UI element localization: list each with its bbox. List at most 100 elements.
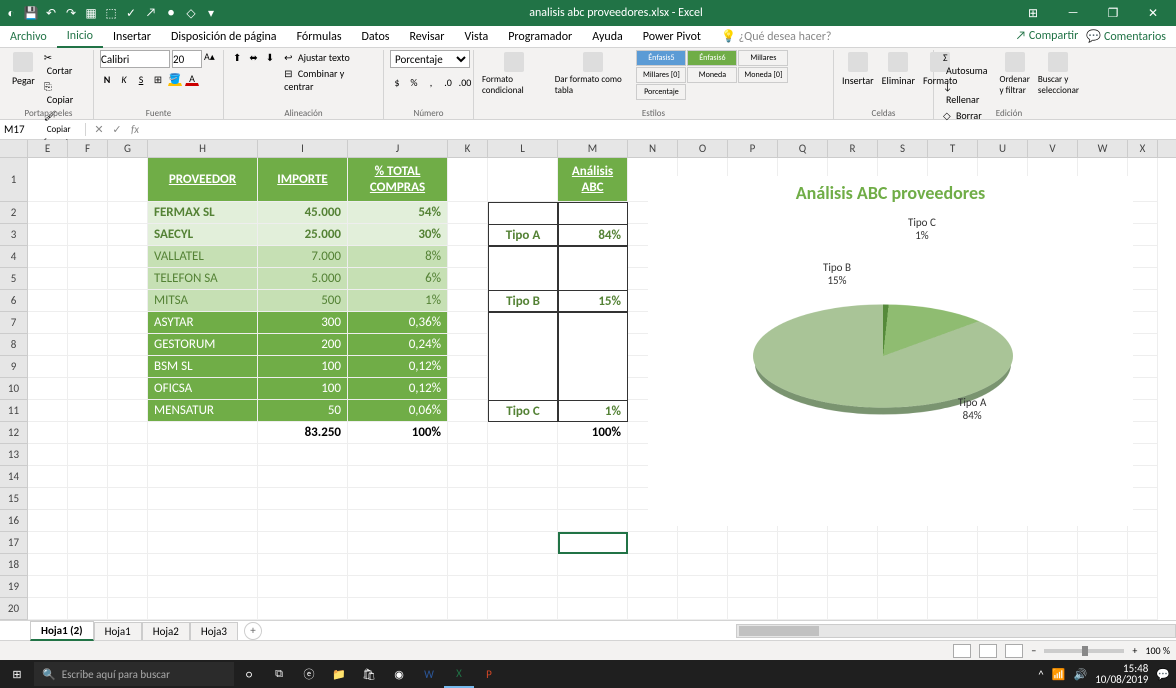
cell[interactable]: 0,12% [348, 378, 448, 400]
row-header[interactable]: 2 [0, 202, 27, 224]
cell[interactable] [258, 598, 348, 620]
qat-icon[interactable]: ◇ [184, 6, 198, 20]
format-table-button[interactable]: Dar formato como tabla [553, 50, 633, 98]
increase-font-icon[interactable]: A▴ [204, 50, 215, 68]
cell[interactable] [488, 334, 558, 356]
cell[interactable] [558, 444, 628, 466]
cell[interactable] [68, 444, 108, 466]
cell[interactable] [488, 554, 558, 576]
cell[interactable] [108, 554, 148, 576]
underline-button[interactable]: S [134, 72, 148, 86]
cell[interactable] [878, 554, 928, 576]
cell[interactable] [28, 400, 68, 422]
cell[interactable] [68, 334, 108, 356]
maximize-icon[interactable]: ❐ [1094, 2, 1132, 24]
cell[interactable] [448, 334, 488, 356]
cell[interactable] [928, 554, 978, 576]
fx-icon[interactable]: fx [128, 123, 142, 137]
close-icon[interactable]: ✕ [1134, 2, 1172, 24]
zoom-slider[interactable] [1044, 649, 1124, 653]
tray-volume-icon[interactable]: 🔊 [1073, 668, 1087, 681]
cell[interactable] [258, 532, 348, 554]
cell[interactable] [108, 356, 148, 378]
row-header[interactable]: 12 [0, 422, 27, 444]
cell[interactable] [448, 466, 488, 488]
cell[interactable] [728, 576, 778, 598]
row-header[interactable]: 14 [0, 466, 27, 488]
edge-icon[interactable]: ⓔ [294, 660, 324, 688]
cell[interactable] [628, 532, 678, 554]
cell[interactable] [448, 422, 488, 444]
col-header[interactable]: N [628, 140, 678, 157]
col-header[interactable]: X [1128, 140, 1158, 157]
cell[interactable] [108, 334, 148, 356]
zoom-label[interactable]: 100 % [1145, 644, 1170, 657]
cell[interactable] [488, 488, 558, 510]
tab-layout[interactable]: Disposición de página [161, 27, 287, 47]
tab-data[interactable]: Datos [352, 27, 400, 47]
row-header[interactable]: 5 [0, 268, 27, 290]
cell[interactable] [108, 224, 148, 246]
cell[interactable]: 15% [558, 290, 628, 312]
cell[interactable] [108, 158, 148, 202]
tab-review[interactable]: Revisar [399, 27, 454, 47]
cell[interactable] [928, 576, 978, 598]
cell[interactable] [488, 356, 558, 378]
conditional-format-button[interactable]: Formato condicional [480, 50, 549, 98]
cell[interactable]: 100% [348, 422, 448, 444]
cell-styles-gallery[interactable]: Énfasis5 Énfasis6 Millares Millares [0] … [636, 50, 827, 100]
cell[interactable] [1078, 554, 1128, 576]
tab-home[interactable]: Inicio [57, 26, 103, 48]
cell[interactable] [488, 422, 558, 444]
tray-up-icon[interactable]: ^ [1038, 668, 1043, 681]
cell[interactable] [978, 532, 1028, 554]
cell[interactable] [148, 444, 258, 466]
tell-me[interactable]: 💡 ¿Qué desea hacer? [711, 26, 842, 47]
cell[interactable] [108, 488, 148, 510]
cell[interactable]: 0,36% [348, 312, 448, 334]
cell[interactable] [108, 532, 148, 554]
cell[interactable] [108, 422, 148, 444]
cell[interactable]: 84% [558, 224, 628, 246]
row-header[interactable]: 11 [0, 400, 27, 422]
col-header[interactable]: R [828, 140, 878, 157]
delete-cells-button[interactable]: Eliminar [880, 50, 917, 89]
cell[interactable] [978, 598, 1028, 620]
row-header[interactable]: 20 [0, 598, 27, 620]
cell[interactable]: Análisis ABC [558, 158, 628, 202]
cell[interactable] [1028, 576, 1078, 598]
tray-date[interactable]: 10/08/2019 [1095, 674, 1148, 685]
cell[interactable] [148, 576, 258, 598]
cell[interactable]: ASYTAR [148, 312, 258, 334]
col-header[interactable]: P [728, 140, 778, 157]
cell[interactable]: Tipo B [488, 290, 558, 312]
cell[interactable] [348, 444, 448, 466]
cell[interactable]: 100 [258, 356, 348, 378]
cell[interactable]: 200 [258, 334, 348, 356]
qat-icon[interactable]: ✓ [124, 6, 138, 20]
col-header[interactable]: T [928, 140, 978, 157]
cell[interactable] [28, 224, 68, 246]
cell[interactable] [1028, 554, 1078, 576]
cell[interactable] [258, 554, 348, 576]
cell[interactable] [488, 466, 558, 488]
number-format-select[interactable]: Porcentaje [390, 50, 470, 68]
cell[interactable] [488, 312, 558, 334]
row-header[interactable]: 6 [0, 290, 27, 312]
cell[interactable] [28, 532, 68, 554]
cell[interactable] [728, 532, 778, 554]
cell[interactable]: % TOTAL COMPRAS [348, 158, 448, 202]
cell[interactable] [68, 532, 108, 554]
row-header[interactable]: 16 [0, 510, 27, 532]
cell[interactable] [68, 378, 108, 400]
cell[interactable] [1128, 532, 1158, 554]
cell[interactable] [68, 488, 108, 510]
col-header[interactable]: M [558, 140, 628, 157]
col-header[interactable]: V [1028, 140, 1078, 157]
cell[interactable]: TELEFON SA [148, 268, 258, 290]
find-select-button[interactable]: Buscar y seleccionar [1036, 50, 1081, 98]
cell[interactable]: 0,12% [348, 356, 448, 378]
page-break-button[interactable] [1005, 644, 1023, 658]
cell[interactable] [448, 554, 488, 576]
cell[interactable]: IMPORTE [258, 158, 348, 202]
